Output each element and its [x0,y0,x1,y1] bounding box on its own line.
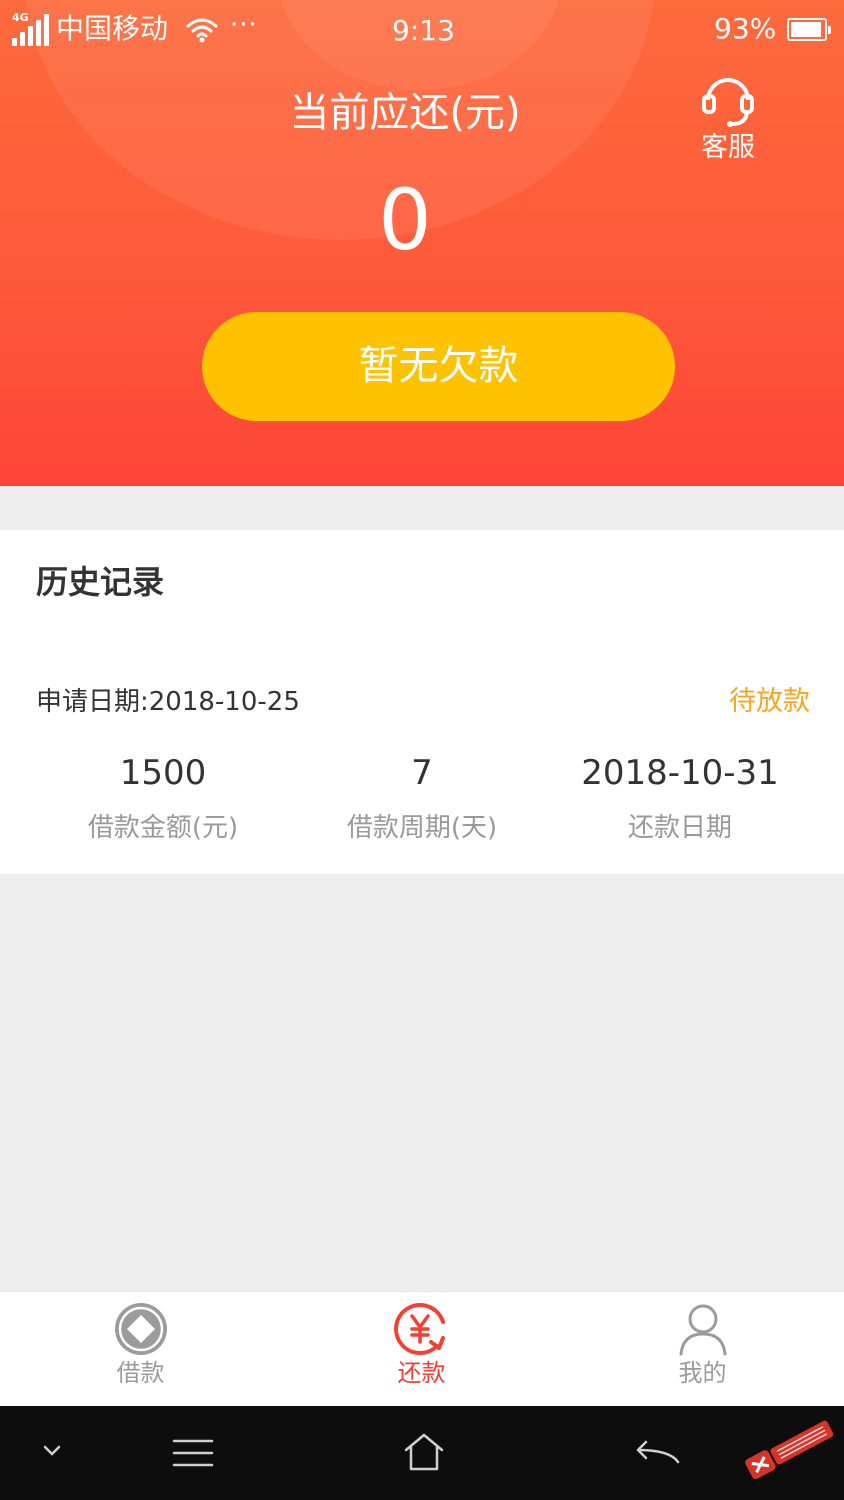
loan-status: 待放款 [729,686,810,717]
headset-icon [702,78,754,127]
repayment-header: 4G 中国移动 ··· 9:13 93% 当前应还(元) 0 客服 暂无欠款 [0,0,844,486]
wifi-icon [186,18,218,43]
repay-date-value: 2018-10-31 [581,753,779,793]
menu-icon[interactable] [172,1438,214,1468]
status-bar: 4G 中国移动 ··· 9:13 93% [0,0,844,62]
battery-icon [787,18,831,41]
history-card: 历史记录 申请日期:2018-10-25 待放款 1500 借款金额(元) 7 … [0,530,844,874]
tab-loan[interactable]: 借款 [0,1292,281,1407]
watermark-logo [745,1420,834,1480]
tab-repay[interactable]: 还款 [281,1292,562,1407]
apply-date: 申请日期:2018-10-25 [36,687,300,717]
amount-due-value: 0 [378,171,432,269]
history-title: 历史记录 [36,563,165,601]
signal-icon: 4G [12,11,52,46]
tab-repay-label: 还款 [397,1359,446,1387]
tab-loan-label: 借款 [116,1359,165,1387]
no-debt-button[interactable]: 暂无欠款 [202,312,675,421]
home-icon[interactable] [402,1432,446,1472]
chevron-down-icon[interactable] [42,1444,62,1458]
customer-service-button[interactable]: 客服 [690,70,766,170]
clock: 9:13 [392,14,455,47]
more-notifications: ··· [230,10,258,40]
loan-amount-label: 借款金额(元) [87,813,239,843]
loan-amount-value: 1500 [119,753,207,793]
tab-mine-label: 我的 [678,1359,727,1387]
yuan-repay-icon [393,1303,445,1355]
network-type: 4G [12,11,29,24]
loan-amount-column: 1500 借款金额(元) [23,748,303,846]
loan-term-column: 7 借款周期(天) [282,748,562,846]
customer-service-label: 客服 [701,132,755,163]
battery-percent: 93% [714,12,777,45]
coin-diamond-icon [114,1303,167,1355]
loan-term-value: 7 [411,753,433,793]
carrier-name: 中国移动 [56,12,169,45]
repay-date-column: 2018-10-31 还款日期 [540,748,820,846]
tab-mine[interactable]: 我的 [562,1292,843,1407]
bottom-tab-bar: 借款 还款 我的 [0,1291,844,1406]
back-icon[interactable] [634,1440,680,1466]
repay-date-label: 还款日期 [627,813,732,843]
loan-term-label: 借款周期(天) [346,813,498,843]
system-navigation-bar [0,1406,844,1500]
user-icon [679,1304,726,1356]
